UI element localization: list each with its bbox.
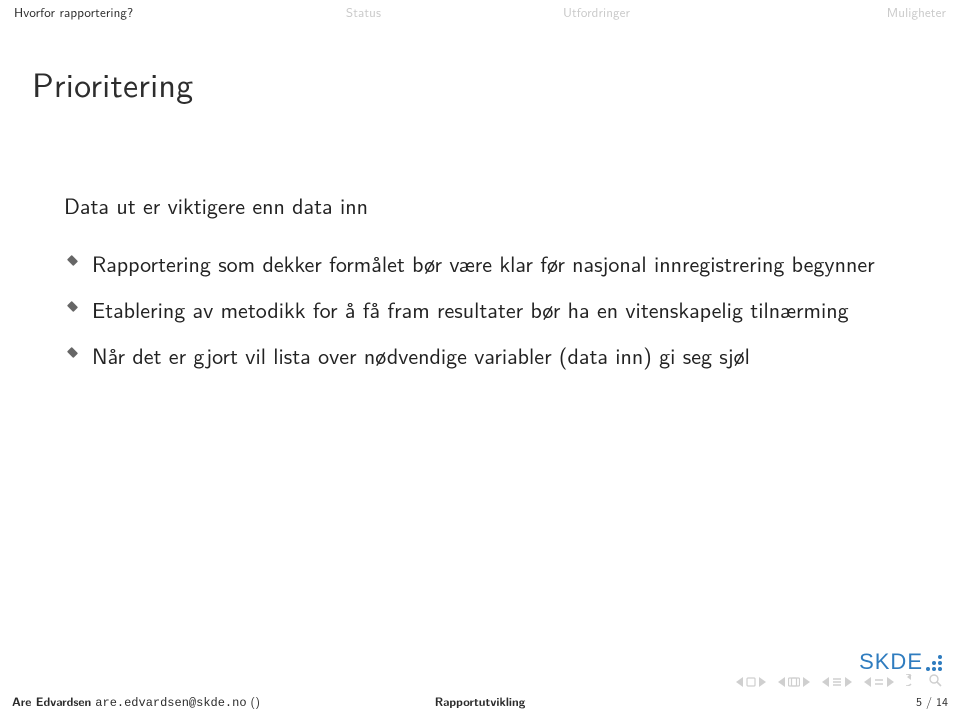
nav-item-utfordringer[interactable]: Utfordringer bbox=[480, 0, 713, 22]
bullet-text: Etablering av metodikk for å få fram res… bbox=[92, 293, 849, 325]
bullet-icon bbox=[67, 301, 78, 312]
list-item: Når det er gjort vil lista over nødvendi… bbox=[64, 332, 896, 378]
footer: Are Edvardsen are.edvardsen@skde.no () R… bbox=[0, 687, 960, 715]
footer-affiliation: () bbox=[251, 692, 260, 710]
footer-author-block: Are Edvardsen are.edvardsen@skde.no () bbox=[12, 692, 260, 710]
nav-frame-group[interactable] bbox=[778, 677, 810, 687]
nav-slide-group[interactable] bbox=[736, 677, 766, 687]
bullet-icon bbox=[67, 255, 78, 266]
nav-subsection-group[interactable] bbox=[864, 677, 894, 687]
footer-title: Rapportutvikling bbox=[435, 692, 526, 710]
footer-page: 5 / 14 bbox=[916, 692, 948, 710]
logo: SKDE bbox=[859, 649, 942, 675]
list-item: Etablering av metodikk for å få fram res… bbox=[64, 286, 896, 332]
nav-section-group[interactable] bbox=[822, 677, 852, 687]
bullet-list: Rapportering som dekker formålet bør vær… bbox=[64, 240, 896, 378]
bullet-icon bbox=[67, 347, 78, 358]
slide-body: Data ut er viktigere enn data inn Rappor… bbox=[0, 108, 960, 378]
slide-title: Prioritering bbox=[0, 22, 960, 108]
intro-text: Data ut er viktigere enn data inn bbox=[64, 188, 896, 222]
page-sep: / bbox=[922, 692, 936, 710]
page-total: 14 bbox=[936, 692, 948, 710]
footer-email: are.edvardsen@skde.no bbox=[95, 696, 246, 710]
nav-item-hvorfor[interactable]: Hvorfor rapportering? bbox=[0, 0, 247, 22]
footer-center-text: Rapportutvikling bbox=[435, 692, 526, 710]
nav-item-muligheter[interactable]: Muligheter bbox=[713, 0, 960, 22]
bullet-text: Rapportering som dekker formålet bør vær… bbox=[92, 247, 875, 279]
logo-text: SKDE bbox=[859, 649, 923, 675]
footer-author: Are Edvardsen bbox=[12, 692, 91, 710]
list-item: Rapportering som dekker formålet bør vær… bbox=[64, 240, 896, 286]
section-nav: Hvorfor rapportering? Status Utfordringe… bbox=[0, 0, 960, 22]
nav-item-status[interactable]: Status bbox=[247, 0, 480, 22]
bullet-text: Når det er gjort vil lista over nødvendi… bbox=[92, 339, 750, 371]
logo-dots-icon bbox=[926, 653, 942, 671]
